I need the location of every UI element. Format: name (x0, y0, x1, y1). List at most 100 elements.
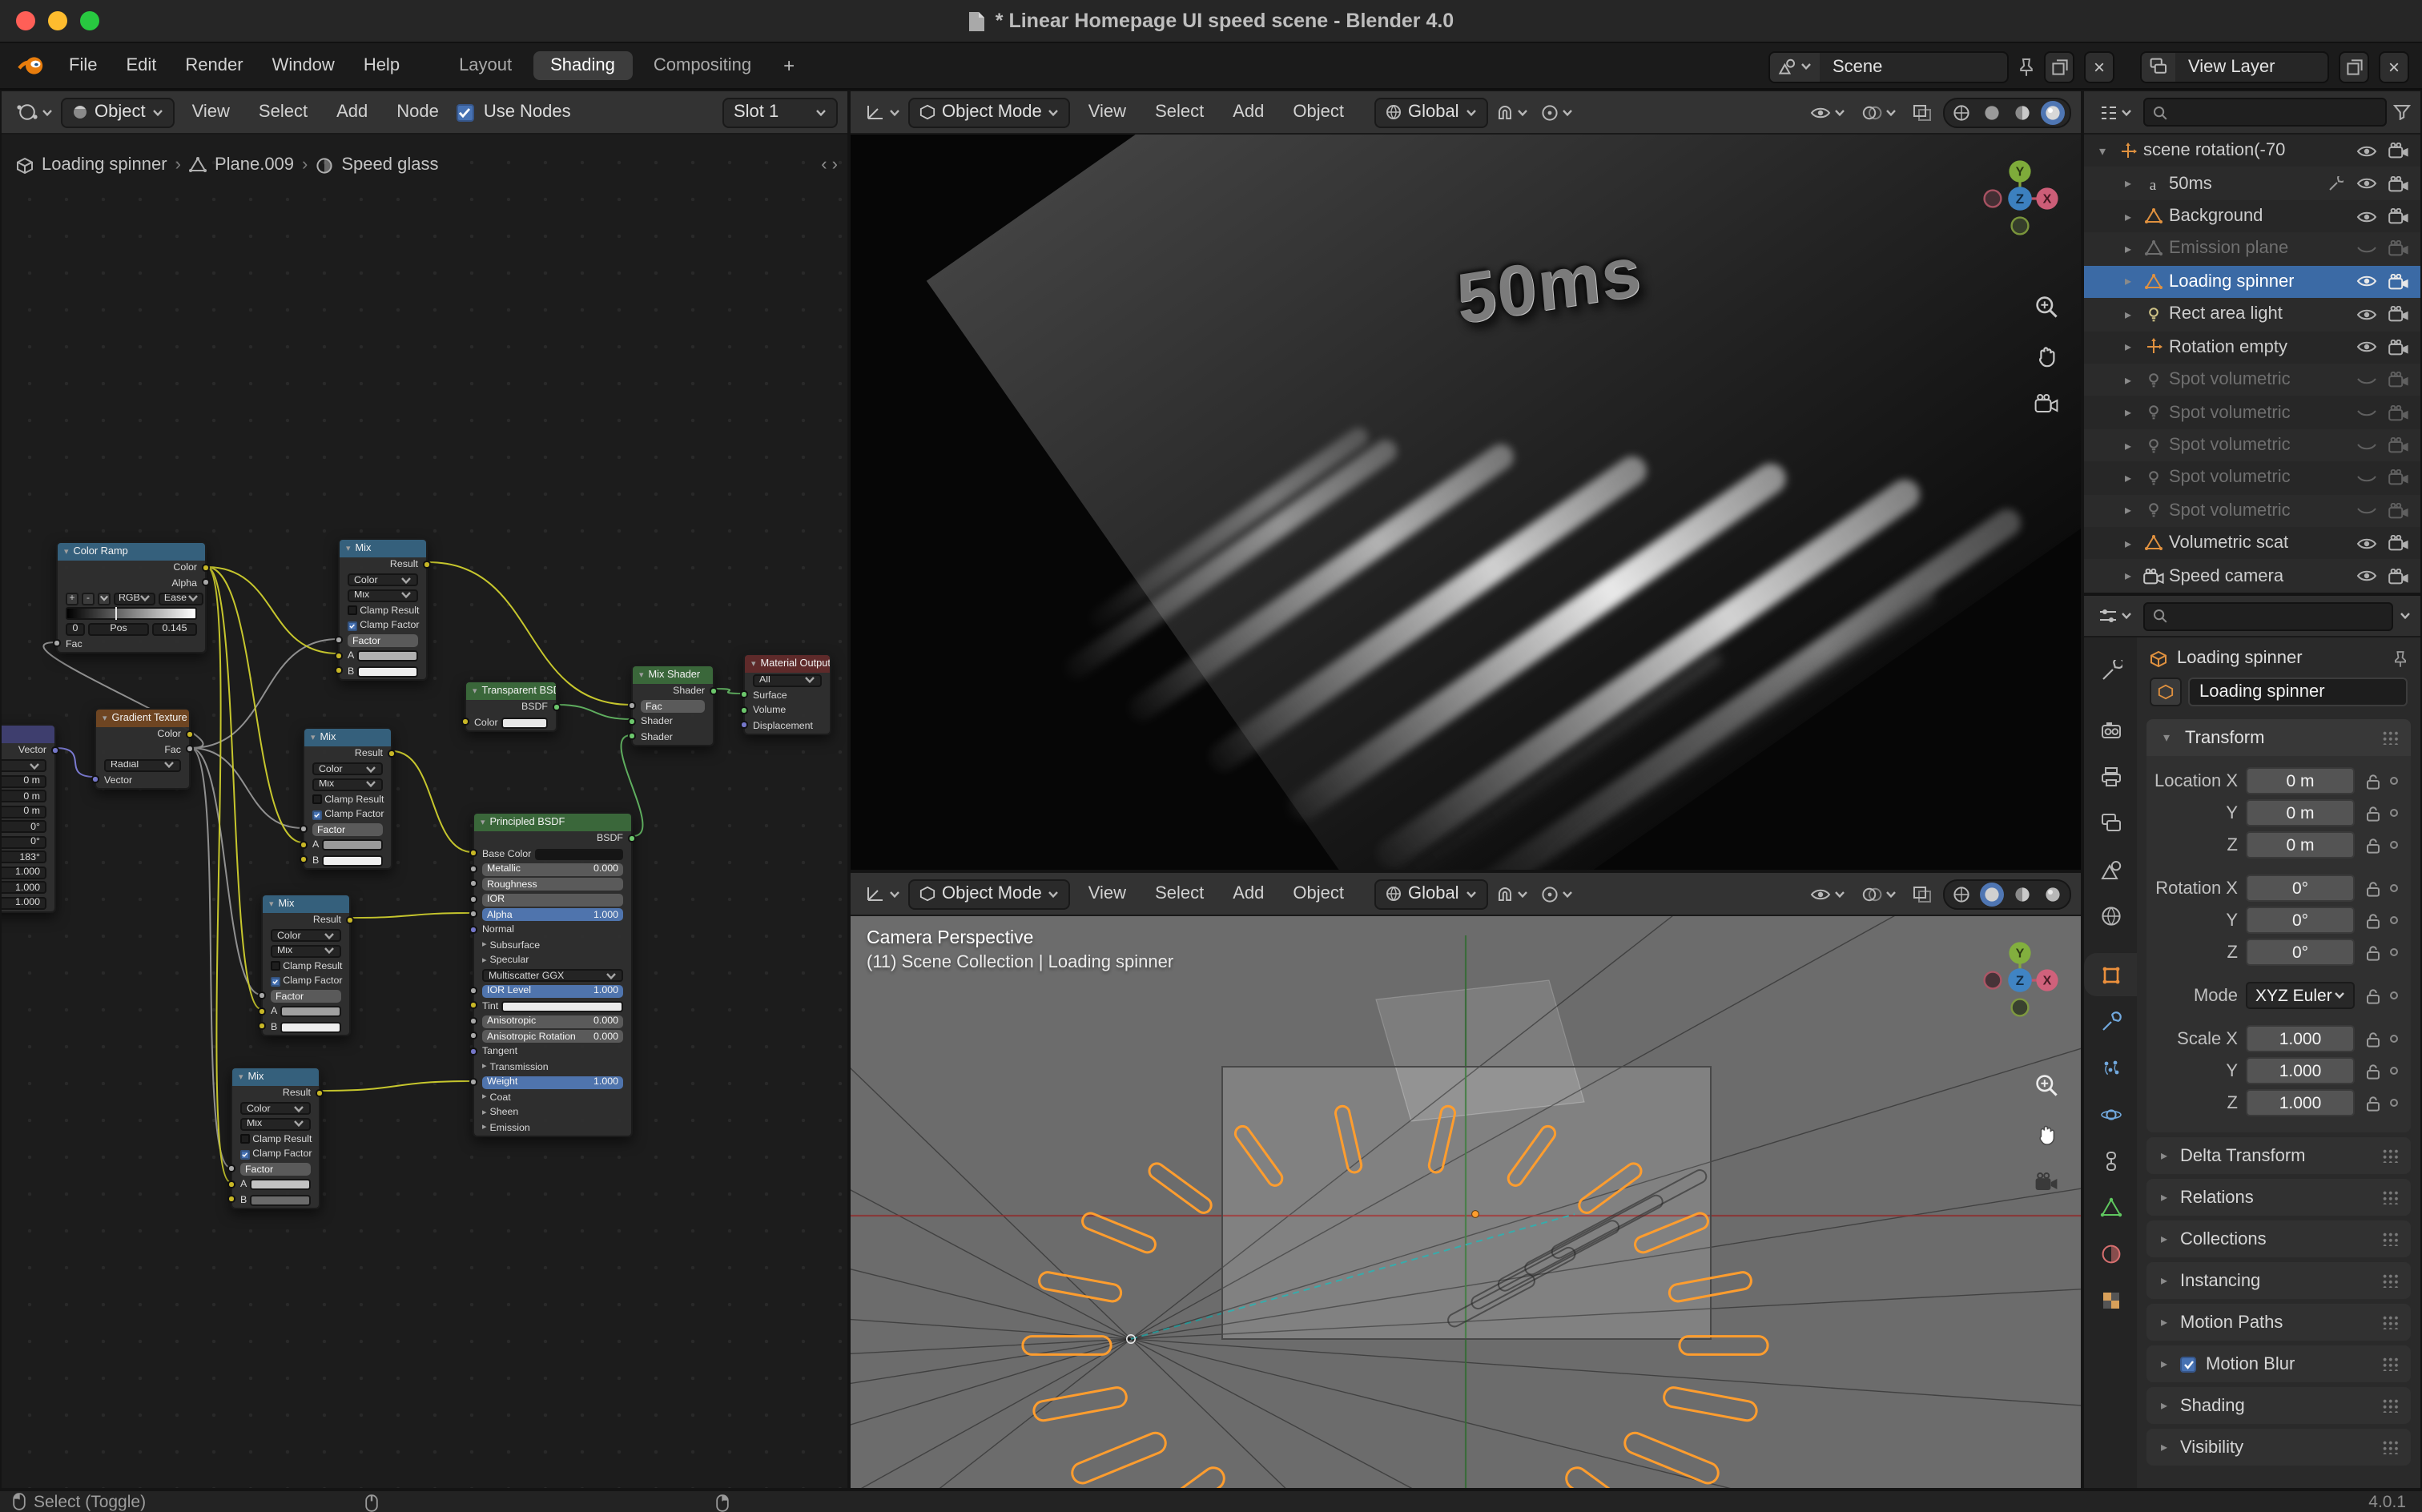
panel-motion-paths[interactable]: ▸Motion Paths (2146, 1304, 2411, 1341)
breadcrumb-object[interactable]: Loading spinner (42, 155, 167, 175)
number-field[interactable]: 0 m (2246, 767, 2355, 794)
disclosure-icon[interactable]: ▸ (2119, 405, 2137, 420)
add-view-layer-button[interactable] (2339, 50, 2369, 82)
node-checkbox[interactable] (271, 977, 280, 986)
overlays-dropdown-icon[interactable] (1857, 103, 1901, 121)
node-row[interactable]: A (232, 1177, 319, 1192)
properties-breadcrumb[interactable]: Loading spinner (2177, 649, 2303, 668)
node-slider[interactable]: Factor (240, 1164, 311, 1176)
number-field[interactable]: 0 m (2246, 799, 2355, 826)
node-row[interactable]: Displacement (745, 718, 830, 734)
node-socket[interactable] (469, 850, 477, 857)
number-field[interactable]: 0° (2, 821, 46, 833)
node-row[interactable]: Clamp Factor (304, 807, 391, 822)
node-row[interactable]: Clamp Result (232, 1132, 319, 1147)
render-camera-icon[interactable] (2385, 372, 2412, 388)
number-field[interactable]: 0 m (2246, 831, 2355, 859)
node-row[interactable]: Mix (232, 1116, 319, 1132)
color-swatch[interactable] (322, 855, 383, 867)
node-row[interactable]: 1.000 (2, 865, 54, 880)
pan-hand-icon[interactable] (2035, 344, 2058, 368)
render-camera-icon[interactable] (2385, 404, 2412, 420)
node-slider[interactable]: Metallic0.000 (482, 863, 623, 875)
node-row[interactable]: BSDF (474, 831, 631, 846)
navigation-gizmo[interactable]: Y X Z (1975, 154, 2065, 243)
xray-toggle-icon[interactable] (1908, 103, 1937, 121)
eye-icon[interactable] (2353, 143, 2380, 158)
node-socket[interactable] (258, 1007, 265, 1015)
node-row[interactable]: ▸Specular (474, 953, 631, 968)
node-socket[interactable] (316, 1089, 323, 1096)
menu-render[interactable]: Render (171, 42, 257, 89)
snap-magnet-icon[interactable] (1491, 885, 1533, 903)
number-field[interactable]: 0 m (2, 775, 46, 787)
properties-tab-object[interactable] (2084, 953, 2137, 996)
node-material-output[interactable]: ▾Material OutputAllSurfaceVolumeDisplace… (743, 653, 831, 735)
disclosure-icon[interactable]: ▸ (2119, 275, 2137, 289)
disclosure-icon[interactable]: ▾ (2094, 143, 2111, 158)
node-row[interactable]: 183° (2, 850, 54, 865)
outliner-row[interactable]: ▸Spot volumetric (2084, 396, 2420, 429)
node-checkbox[interactable] (312, 810, 321, 819)
node-row[interactable]: 1.000 (2, 895, 54, 911)
color-swatch[interactable] (357, 651, 418, 662)
outliner-row[interactable]: ▸Loading spinner (2084, 265, 2420, 298)
node-row[interactable]: Base Color (474, 846, 631, 862)
node-socket[interactable] (53, 640, 60, 647)
node-mix[interactable]: ▾MixResultColorMixClamp ResultClamp Fact… (261, 894, 351, 1036)
filter-icon[interactable] (2393, 104, 2411, 120)
orientation-dropdown[interactable]: Global (1374, 97, 1488, 127)
node-row[interactable]: Mix (263, 943, 349, 959)
camera-view-icon[interactable] (2034, 394, 2058, 413)
panel-delta-transform[interactable]: ▸Delta Transform (2146, 1137, 2411, 1174)
outliner-row[interactable]: ▸Emission plane (2084, 233, 2420, 266)
node-header[interactable]: ▾Principled BSDF (474, 814, 631, 831)
node-row[interactable]: Clamp Result (304, 792, 391, 807)
node-socket[interactable] (300, 826, 307, 833)
node-dropdown[interactable]: Radial (104, 759, 181, 771)
node-row[interactable]: ▸Coat (474, 1090, 631, 1105)
node-header[interactable]: ▾Gradient Texture (96, 710, 189, 727)
render-camera-icon[interactable] (2385, 437, 2412, 453)
node-socket[interactable] (335, 652, 342, 659)
panel-visibility[interactable]: ▸Visibility (2146, 1429, 2411, 1466)
node-color-ramp[interactable]: ▾Color RampColorAlpha+-RGBEase0Pos0.145F… (56, 541, 207, 653)
node-dropdown[interactable]: Point (2, 760, 46, 772)
node-socket[interactable] (469, 895, 477, 903)
shading-wireframe-icon[interactable] (1949, 882, 1973, 906)
node-row[interactable]: Anisotropic0.000 (474, 1014, 631, 1029)
node-header[interactable]: ▾Transparent BSDF (466, 682, 556, 700)
animate-decorator-icon[interactable] (2390, 1099, 2398, 1107)
properties-tab-view-layer[interactable] (2084, 801, 2137, 844)
outliner-row[interactable]: ▸Spot volumetric (2084, 364, 2420, 396)
number-field[interactable]: 1.000 (2246, 1057, 2355, 1084)
color-swatch[interactable] (357, 666, 418, 678)
disclosure-icon[interactable]: ▸ (2119, 308, 2137, 322)
number-field[interactable]: 1.000 (2246, 1089, 2355, 1116)
node-transparent-bsdf[interactable]: ▾Transparent BSDFBSDFColor (465, 681, 557, 732)
node-row[interactable]: Mix (340, 588, 426, 603)
node-dropdown[interactable]: Mix (240, 1118, 311, 1130)
navigation-gizmo[interactable]: Y X Z (1975, 935, 2065, 1025)
number-field[interactable]: 1.000 (2, 882, 46, 894)
eye-closed-icon[interactable] (2353, 242, 2380, 256)
node-row[interactable]: 1.000 (2, 880, 54, 895)
shading-wireframe-icon[interactable] (1949, 100, 1973, 124)
eye-icon[interactable] (2353, 569, 2380, 583)
menu-view[interactable]: View (1074, 89, 1141, 135)
node-socket[interactable] (740, 706, 747, 714)
node-socket[interactable] (628, 834, 635, 842)
panel-motion-blur[interactable]: ▸Motion Blur (2146, 1345, 2411, 1382)
camera-view-icon[interactable] (2034, 1172, 2058, 1192)
disclosure-icon[interactable]: ▸ (2119, 504, 2137, 518)
node-row[interactable]: All (745, 673, 830, 688)
node-row[interactable]: Surface (745, 688, 830, 703)
object-data-dropdown[interactable] (2150, 678, 2182, 706)
pin-icon[interactable] (2393, 649, 2408, 667)
lock-icon[interactable] (2363, 773, 2382, 789)
node-socket[interactable] (628, 718, 635, 725)
shading-material-icon[interactable] (2010, 100, 2034, 124)
number-field[interactable]: 183° (2, 851, 46, 863)
render-camera-icon[interactable] (2385, 470, 2412, 486)
render-camera-icon[interactable] (2385, 143, 2412, 159)
